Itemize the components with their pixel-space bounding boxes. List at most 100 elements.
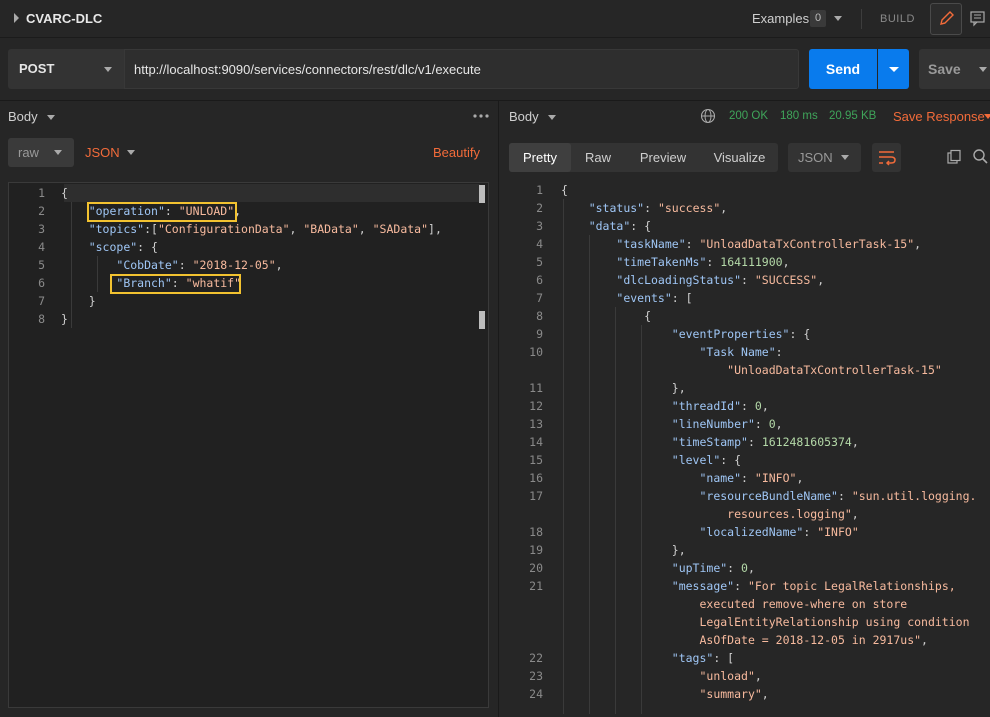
scrollbar-thumb[interactable]	[479, 311, 485, 329]
body-format-select[interactable]: JSON	[85, 145, 120, 160]
tab-pretty[interactable]: Pretty	[509, 143, 571, 172]
code-line: AsOfDate = 2018-12-05 in 2917us",	[699, 633, 928, 647]
line-number: 9	[536, 327, 543, 341]
line-number	[507, 505, 543, 523]
response-body-viewer[interactable]: 1 {2 "status": "success", 3 "data": {4 "ta…	[507, 180, 990, 714]
url-input[interactable]: http://localhost:9090/services/connector…	[124, 49, 799, 89]
globe-icon[interactable]	[700, 108, 716, 124]
build-button[interactable]: BUILD	[880, 13, 915, 25]
chevron-down-icon[interactable]	[127, 150, 135, 155]
copy-icon[interactable]	[946, 149, 962, 165]
line-number: 4	[536, 237, 543, 251]
status-code[interactable]: 200 OK	[729, 110, 768, 122]
body-mode-select[interactable]: raw	[8, 138, 74, 167]
save-response-button[interactable]: Save Response	[893, 109, 985, 124]
chevron-down-icon[interactable]	[47, 115, 55, 120]
request-body-tab[interactable]: Body	[8, 109, 38, 124]
edit-icon	[940, 11, 954, 25]
line-number: 5	[536, 255, 543, 269]
line-number: 13	[529, 417, 543, 431]
beautify-button[interactable]: Beautify	[433, 145, 480, 160]
highlight-box-branch	[110, 274, 241, 294]
response-size[interactable]: 20.95 KB	[829, 110, 876, 122]
code-line: "level": {	[671, 453, 742, 467]
chevron-down-icon	[54, 150, 62, 155]
method-value: POST	[19, 61, 55, 76]
code-line: "timeStamp": 1612481605374,	[671, 435, 859, 449]
line-number: 8	[38, 312, 45, 326]
edit-button[interactable]	[930, 3, 962, 35]
request-body-editor[interactable]: 1{2 "operation": "UNLOAD", 3 "topics":["C…	[8, 182, 489, 708]
tab-preview[interactable]: Preview	[625, 143, 701, 172]
chevron-down-icon	[979, 67, 987, 72]
line-number: 12	[529, 399, 543, 413]
active-line-highlight	[64, 184, 480, 202]
tab-raw[interactable]: Raw	[571, 143, 625, 172]
chevron-down-icon[interactable]	[984, 114, 990, 119]
request-title[interactable]: CVARC-DLC	[26, 11, 102, 26]
line-number: 6	[38, 276, 45, 290]
response-format-select[interactable]: JSON	[788, 143, 861, 172]
save-label: Save	[928, 61, 961, 77]
divider	[0, 100, 990, 101]
line-number: 23	[529, 669, 543, 683]
code-line: {	[561, 183, 568, 197]
divider	[861, 9, 862, 29]
comment-icon	[970, 11, 985, 27]
line-number: 16	[529, 471, 543, 485]
method-select[interactable]: POST	[8, 49, 124, 89]
code-line: },	[561, 543, 686, 557]
response-body-tab[interactable]: Body	[509, 109, 539, 124]
line-number: 17	[529, 489, 543, 503]
comments-button[interactable]	[966, 3, 990, 35]
save-button[interactable]: Save	[919, 49, 990, 89]
wrap-lines-button[interactable]	[872, 143, 901, 172]
code-line: "data": {	[588, 219, 652, 233]
line-number: 19	[529, 543, 543, 557]
search-icon[interactable]	[972, 148, 988, 164]
line-number	[507, 613, 543, 631]
chevron-down-icon[interactable]	[548, 115, 556, 120]
code-line: "eventProperties": {	[671, 327, 811, 341]
code-line: "timeTakenMs": 164111900,	[616, 255, 790, 269]
line-number: 8	[536, 309, 543, 323]
code-line: executed remove-where on store	[699, 597, 908, 611]
examples-chevron-down-icon[interactable]	[834, 16, 842, 21]
chevron-down-icon	[889, 67, 899, 72]
line-number: 11	[529, 381, 543, 395]
line-number: 15	[529, 453, 543, 467]
response-time[interactable]: 180 ms	[780, 110, 818, 122]
collapse-caret-icon[interactable]	[14, 13, 19, 23]
code-line: "status": "success",	[588, 201, 728, 215]
line-number: 1	[38, 186, 45, 200]
line-number: 7	[38, 294, 45, 308]
code-line: }	[61, 312, 68, 326]
send-options-button[interactable]	[878, 49, 909, 89]
code-line: "name": "INFO",	[699, 471, 804, 485]
code-line: "lineNumber": 0,	[671, 417, 783, 431]
highlight-box-operation	[87, 202, 237, 222]
line-number: 21	[529, 579, 543, 593]
code-line: "upTime": 0,	[671, 561, 755, 575]
code-line: LegalEntityRelationship using condition	[699, 615, 970, 629]
code-line: "topics":["ConfigurationData", "BAData",…	[88, 222, 442, 236]
line-number: 10	[529, 345, 543, 359]
line-number: 18	[529, 525, 543, 539]
line-number: 4	[38, 240, 45, 254]
code-line: {	[61, 186, 68, 200]
code-line: "localizedName": "INFO"	[699, 525, 859, 539]
code-line: "scope": {	[88, 240, 158, 254]
examples-button[interactable]: Examples	[752, 11, 809, 26]
tab-visualize[interactable]: Visualize	[701, 143, 778, 172]
chevron-down-icon	[104, 67, 112, 72]
scrollbar-thumb[interactable]	[479, 185, 485, 203]
more-options-icon[interactable]	[472, 114, 490, 118]
send-button[interactable]: Send	[809, 49, 877, 89]
chevron-down-icon	[841, 155, 849, 160]
code-line: "summary",	[699, 687, 769, 701]
line-number: 24	[529, 687, 543, 701]
line-number: 3	[536, 219, 543, 233]
line-number: 6	[536, 273, 543, 287]
code-line: "dlcLoadingStatus": "SUCCESS",	[616, 273, 825, 287]
pane-splitter[interactable]	[498, 100, 499, 717]
